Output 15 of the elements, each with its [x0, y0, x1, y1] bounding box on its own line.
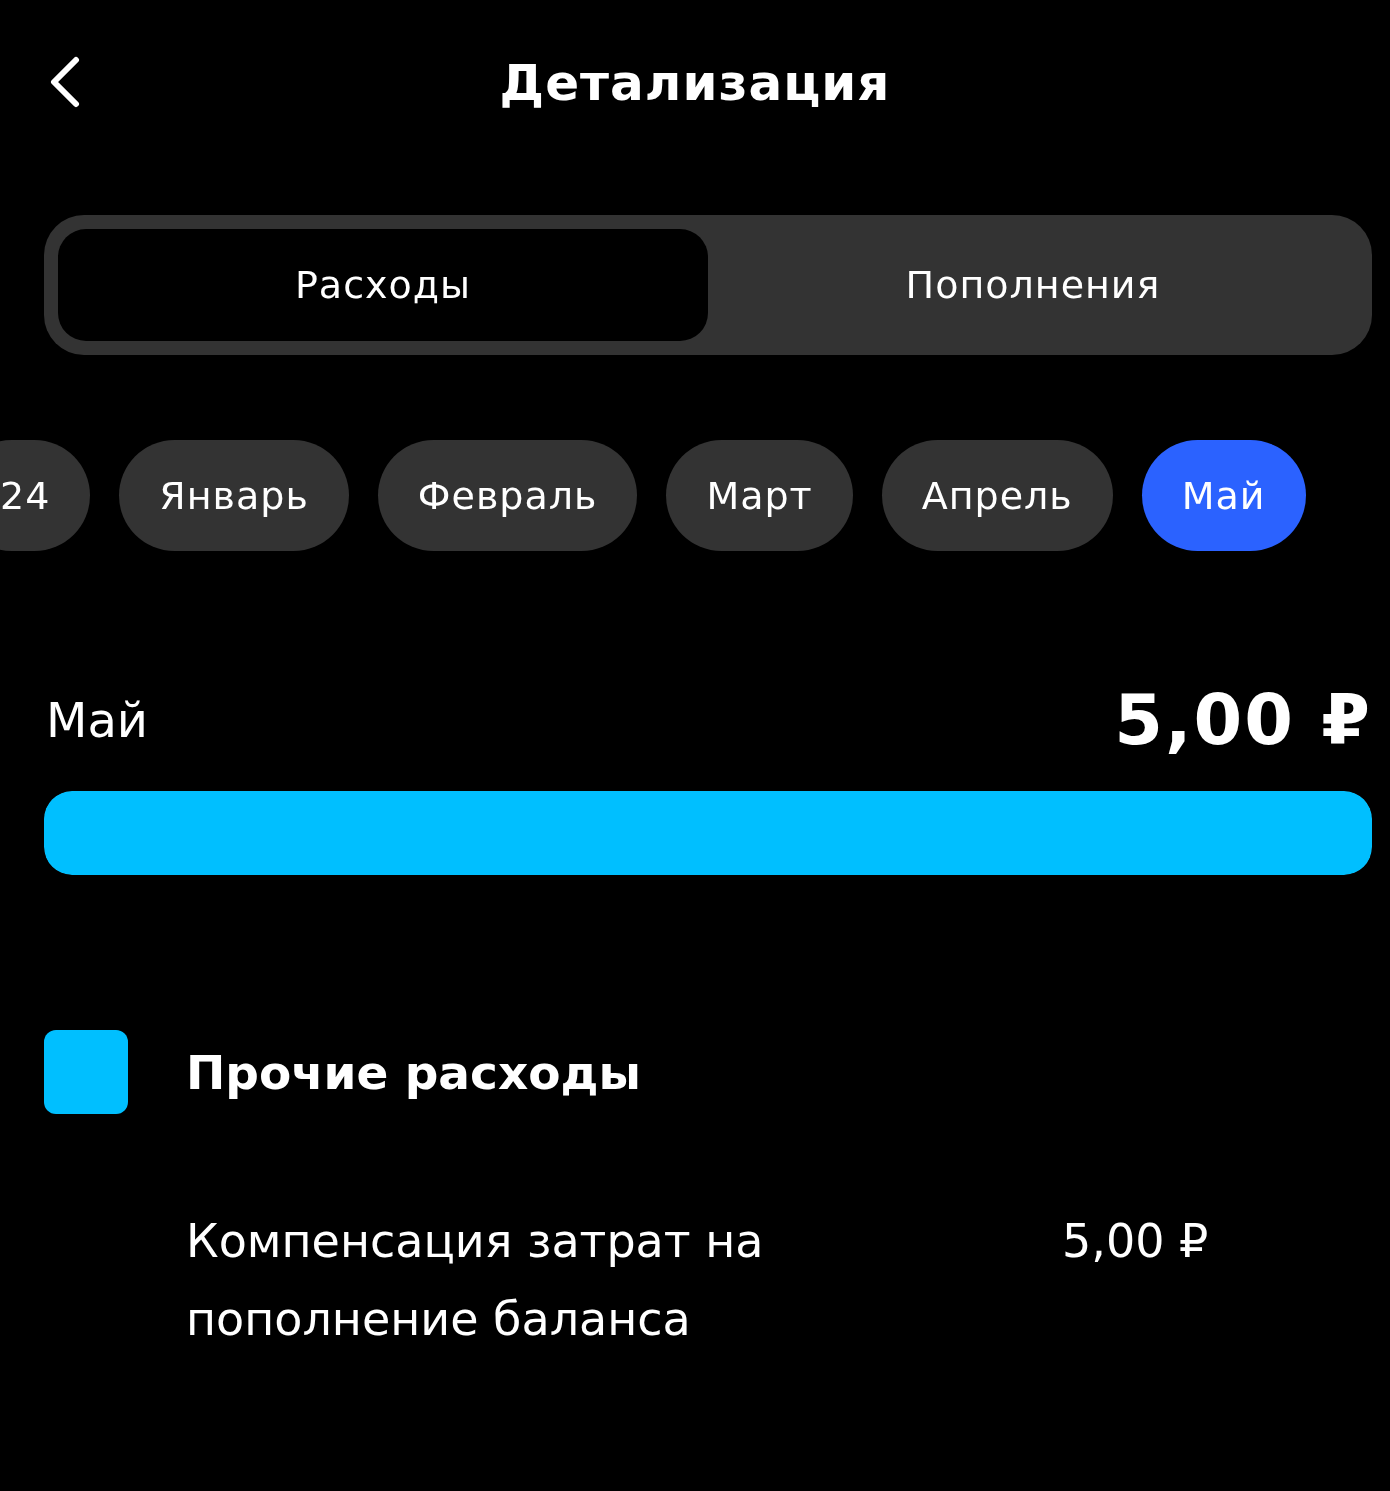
period-label: Май: [46, 692, 149, 748]
item-title: Компенсация затрат на пополнение баланса: [186, 1213, 765, 1348]
month-chip[interactable]: 24: [0, 440, 91, 551]
tab[interactable]: Пополнения: [708, 229, 1358, 341]
category-name: Прочие расходы: [186, 1044, 641, 1100]
item-amount: 5,00 ₽: [1062, 1213, 1209, 1270]
page-title: Детализация: [499, 53, 891, 112]
month-chip[interactable]: Март: [666, 440, 853, 551]
month-chip[interactable]: Апрель: [881, 440, 1113, 551]
month-chip[interactable]: Январь: [119, 440, 349, 551]
back-icon[interactable]: [48, 56, 82, 108]
tab[interactable]: Расходы: [58, 229, 708, 341]
total-amount: 5,00 ₽: [1114, 679, 1372, 761]
month-chip[interactable]: Февраль: [377, 440, 638, 551]
month-chip[interactable]: Май: [1141, 440, 1306, 551]
